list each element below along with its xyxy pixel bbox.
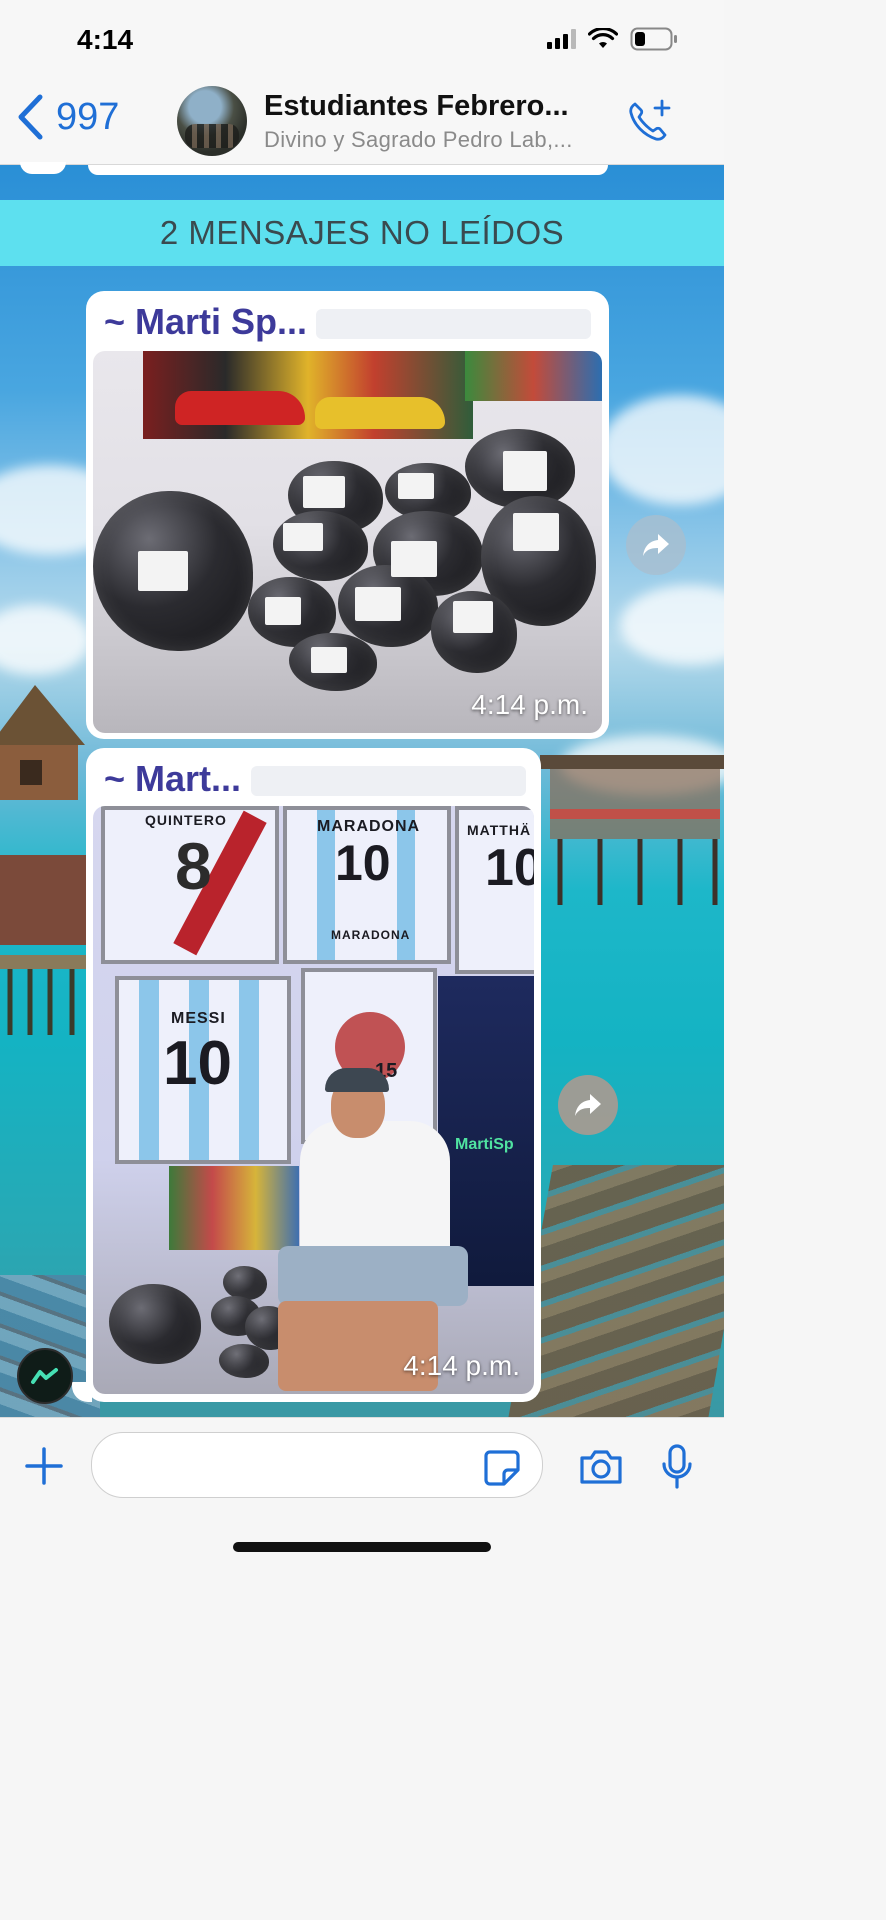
jersey-number: 10	[163, 1029, 232, 1098]
package-label	[391, 541, 437, 577]
message-composer	[0, 1417, 724, 1569]
forward-button[interactable]	[626, 515, 686, 575]
message-sender[interactable]: ~ Marti Sp...	[104, 301, 307, 343]
cellular-signal-icon	[547, 29, 576, 49]
jersey-number: 10	[485, 839, 534, 897]
plus-icon	[25, 1447, 63, 1485]
status-bar: 4:14	[0, 0, 724, 84]
message-bubble[interactable]: ~ Marti Sp... 4:14 p.m.	[86, 291, 609, 739]
unread-banner-text: 2 MENSAJES NO LEÍDOS	[159, 214, 565, 251]
message-sender[interactable]: ~ Mart...	[104, 758, 241, 800]
package-label	[398, 473, 434, 499]
framed-jersey: MATTHÄ 10	[455, 806, 534, 974]
painting-car	[315, 397, 445, 429]
person-cap	[325, 1068, 389, 1092]
unread-count: 997	[56, 95, 120, 138]
person-shorts	[278, 1246, 468, 1306]
package-label	[513, 513, 559, 551]
package-label	[453, 601, 493, 633]
message-input[interactable]	[91, 1432, 543, 1498]
app-logo-icon	[31, 1368, 58, 1384]
forward-arrow-icon	[643, 534, 669, 556]
back-button[interactable]: 997	[16, 94, 119, 140]
group-title[interactable]: Estudiantes Febrero...	[264, 90, 569, 123]
wall-painting	[169, 1166, 299, 1250]
home-indicator[interactable]	[233, 1542, 491, 1552]
jersey-name: MATTHÄ	[467, 822, 532, 838]
wall-poster	[438, 976, 534, 1286]
status-icons	[547, 27, 678, 51]
package-label	[283, 523, 323, 551]
message-bubble[interactable]: ~ Mart... QUINTERO 8 MARADONA 10 MARADON…	[86, 748, 541, 1402]
package-label	[355, 587, 401, 621]
package-label	[503, 451, 547, 491]
poster-brand: MartiSp	[455, 1136, 514, 1153]
package	[219, 1344, 269, 1378]
framed-jersey: QUINTERO 8	[101, 806, 279, 964]
message-timestamp: 4:14 p.m.	[471, 689, 588, 720]
package-label	[265, 597, 301, 625]
add-call-button[interactable]	[626, 98, 672, 149]
forward-button[interactable]	[558, 1075, 618, 1135]
forward-arrow-icon	[575, 1094, 601, 1116]
previous-bubble-edge	[20, 162, 66, 174]
jersey-number: 10	[335, 835, 391, 891]
package-label	[311, 647, 347, 673]
jersey-name: MARADONA	[331, 928, 411, 942]
group-members[interactable]: Divino y Sagrado Pedro Lab,...	[264, 127, 573, 153]
package-label	[303, 476, 345, 508]
message-photo[interactable]: QUINTERO 8 MARADONA 10 MARADONA MATTHÄ 1…	[93, 806, 534, 1394]
message-timestamp: 4:14 p.m.	[403, 1350, 520, 1381]
framed-jersey: MARADONA 10 MARADONA	[283, 806, 451, 964]
microphone-icon	[662, 1444, 692, 1489]
previous-message-edge	[88, 165, 608, 175]
unread-messages-banner: 2 MENSAJES NO LEÍDOS	[0, 200, 724, 266]
status-time: 4:14	[77, 24, 134, 55]
wall-painting	[465, 351, 602, 401]
voice-message-button[interactable]	[660, 1444, 694, 1495]
chat-header: 997 Estudiantes Febrero... Divino y Sagr…	[0, 84, 724, 165]
chevron-left-icon	[18, 94, 43, 140]
camera-button[interactable]	[578, 1448, 624, 1491]
jersey-name: QUINTERO	[145, 812, 227, 828]
painting-car	[175, 391, 305, 425]
message-photo[interactable]: 4:14 p.m.	[93, 351, 602, 733]
group-avatar[interactable]	[177, 86, 247, 156]
sender-blurred-name	[251, 766, 526, 796]
sticker-button[interactable]	[482, 1448, 522, 1493]
camera-icon	[580, 1450, 622, 1484]
jersey-name: MESSI	[171, 1010, 226, 1027]
wifi-icon	[588, 28, 618, 50]
phone-add-icon	[629, 99, 671, 141]
package	[109, 1284, 201, 1364]
floating-app-badge[interactable]	[17, 1348, 73, 1404]
attach-button[interactable]	[24, 1446, 64, 1491]
framed-jersey-messi: MESSI 10	[115, 976, 291, 1164]
battery-icon	[630, 27, 678, 51]
sticker-icon	[484, 1450, 520, 1486]
package-label	[138, 551, 188, 591]
package	[223, 1266, 267, 1300]
sender-blurred-name	[316, 309, 591, 339]
